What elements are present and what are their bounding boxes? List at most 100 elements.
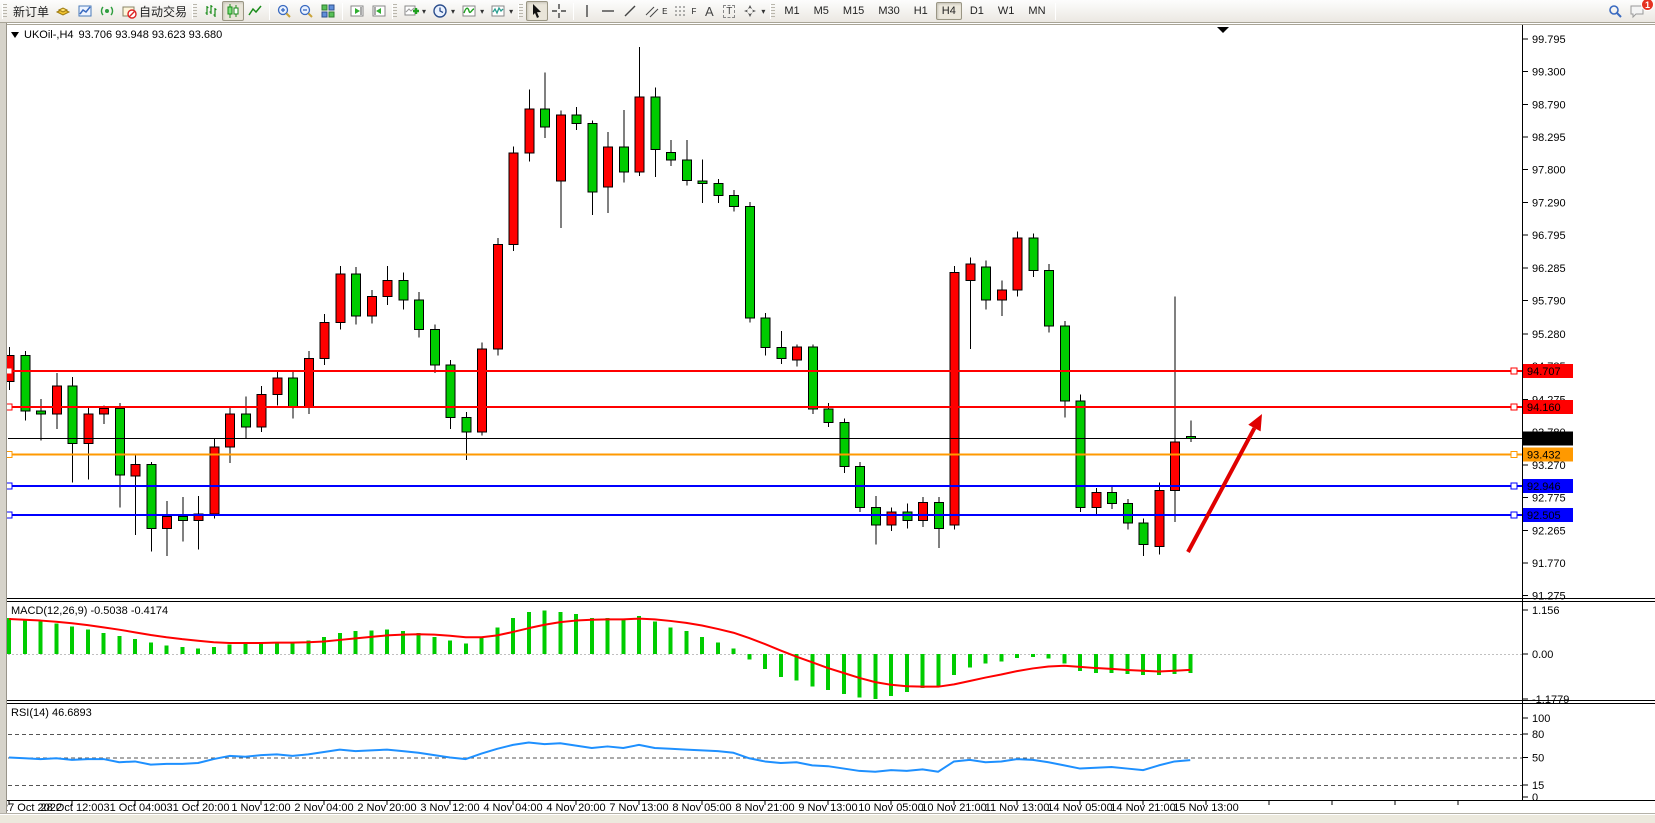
svg-text:100: 100 [1532,713,1550,725]
timeframe-group: M1M5M15M30H1H4D1W1MN [778,2,1051,20]
date-axis-label: 28 Oct 12:00 [41,802,104,814]
trendline-icon [622,3,638,19]
channel-button[interactable]: E [641,1,670,21]
svg-text:96.795: 96.795 [1532,230,1566,242]
auto-trading-button[interactable]: 自动交易 [118,1,190,21]
status-bar [0,814,1655,823]
tab-timeframe-h1[interactable]: H1 [908,2,934,20]
cursor-button[interactable] [526,1,548,21]
line-chart-icon [247,3,263,19]
new-order-button[interactable]: 新订单 [10,1,52,21]
date-axis-label: 1 Nov 12:00 [231,802,290,814]
text-button[interactable]: A [699,1,719,21]
tab-timeframe-h4[interactable]: H4 [936,2,962,20]
tab-timeframe-w1[interactable]: W1 [992,2,1021,20]
window-left-edge [0,23,7,823]
shapes-button[interactable]: ▾ [739,1,768,21]
date-axis-label: 10 Nov 21:00 [921,802,986,814]
svg-text:91.275: 91.275 [1532,590,1566,602]
chart-title: UKOil-,H4 93.706 93.948 93.623 93.680 [11,29,222,41]
notifications-button[interactable]: 1 [1626,1,1649,21]
toolbar-gripper[interactable] [2,4,7,19]
svg-text:95.790: 95.790 [1532,296,1566,308]
market-watch-button[interactable] [52,1,74,21]
tab-timeframe-m15[interactable]: M15 [837,2,870,20]
clock-icon [432,3,448,19]
toolbar-gripper[interactable] [518,4,523,19]
cursor-icon [529,3,545,19]
date-axis-label: 2 Nov 20:00 [357,802,416,814]
tab-timeframe-m1[interactable]: M1 [778,2,805,20]
zoom-in-button[interactable] [273,1,295,21]
auto-trading-icon [121,3,137,19]
vertical-line-button[interactable] [577,1,597,21]
notification-badge: 1 [1641,0,1654,11]
candlestick-button[interactable] [222,1,244,21]
chart-menu-arrow-icon[interactable] [11,32,19,38]
bar-chart-button[interactable] [200,1,222,21]
fibonacci-button[interactable]: F [670,1,699,21]
tab-timeframe-m30[interactable]: M30 [872,2,905,20]
date-axis-label: 4 Nov 04:00 [483,802,542,814]
auto-trading-label: 自动交易 [139,3,187,20]
date-axis-label: 14 Nov 21:00 [1110,802,1175,814]
date-axis-label: 8 Nov 05:00 [672,802,731,814]
horizontal-line-button[interactable] [597,1,619,21]
chart-shift-button[interactable] [368,1,390,21]
period-button[interactable]: ▾ [429,1,458,21]
bar-chart-icon [203,3,219,19]
new-order-label: 新订单 [13,3,49,20]
text-label-button[interactable]: T [719,1,739,21]
date-axis-label: 3 Nov 12:00 [420,802,479,814]
chart-canvas[interactable]: 99.79599.30098.79098.29597.80097.29096.7… [0,0,1655,823]
chevron-down-icon: ▾ [480,7,484,16]
rsi-indicator-label: RSI(14) 46.6893 [11,707,92,719]
svg-text:92.265: 92.265 [1532,526,1566,538]
toolbar-gripper[interactable] [192,4,197,19]
text-label-icon: T [723,5,735,18]
crosshair-icon [551,3,567,19]
svg-text:50: 50 [1532,753,1544,765]
date-axis-label: 8 Nov 21:00 [735,802,794,814]
toolbar-gripper[interactable] [770,4,775,19]
trendline-button[interactable] [619,1,641,21]
tab-timeframe-m5[interactable]: M5 [808,2,835,20]
tile-windows-button[interactable] [317,1,339,21]
svg-text:99.795: 99.795 [1532,34,1566,46]
chart-symbol-period: UKOil-,H4 [24,29,74,41]
signal-icon [99,3,115,19]
date-axis-label: 11 Nov 13:00 [985,802,1050,814]
svg-text:93.680: 93.680 [1527,433,1561,445]
crosshair-button[interactable] [548,1,570,21]
indicators-button[interactable]: ▾ [458,1,487,21]
zoom-out-button[interactable] [295,1,317,21]
date-axis-label: 31 Oct 20:00 [167,802,230,814]
template-button[interactable]: ▾ [487,1,516,21]
toolbar-right-group: 1 [1604,1,1655,21]
indicators-icon [461,3,477,19]
chevron-down-icon: ▾ [451,7,455,16]
zoom-in-icon [276,3,292,19]
svg-text:92.775: 92.775 [1532,492,1566,504]
channel-icon [644,3,660,19]
date-axis-label: 31 Oct 04:00 [104,802,167,814]
search-icon [1607,3,1623,19]
chevron-down-icon: ▾ [422,7,426,16]
navigator-button[interactable] [96,1,118,21]
toolbar-gripper[interactable] [392,4,397,19]
fibonacci-letter: F [691,7,696,16]
tile-windows-icon [320,3,336,19]
search-button[interactable] [1604,1,1626,21]
tab-timeframe-mn[interactable]: MN [1022,2,1051,20]
zoom-out-icon [298,3,314,19]
date-axis-label: 7 Nov 13:00 [609,802,668,814]
auto-scroll-button[interactable] [346,1,368,21]
tab-timeframe-d1[interactable]: D1 [964,2,990,20]
svg-text:96.285: 96.285 [1532,263,1566,275]
date-axis-label: 2 Nov 04:00 [294,802,353,814]
svg-text:97.290: 97.290 [1532,198,1566,210]
line-chart-button[interactable] [244,1,266,21]
svg-text:98.790: 98.790 [1532,100,1566,112]
new-chart-button[interactable]: ▾ [400,1,429,21]
data-window-button[interactable] [74,1,96,21]
